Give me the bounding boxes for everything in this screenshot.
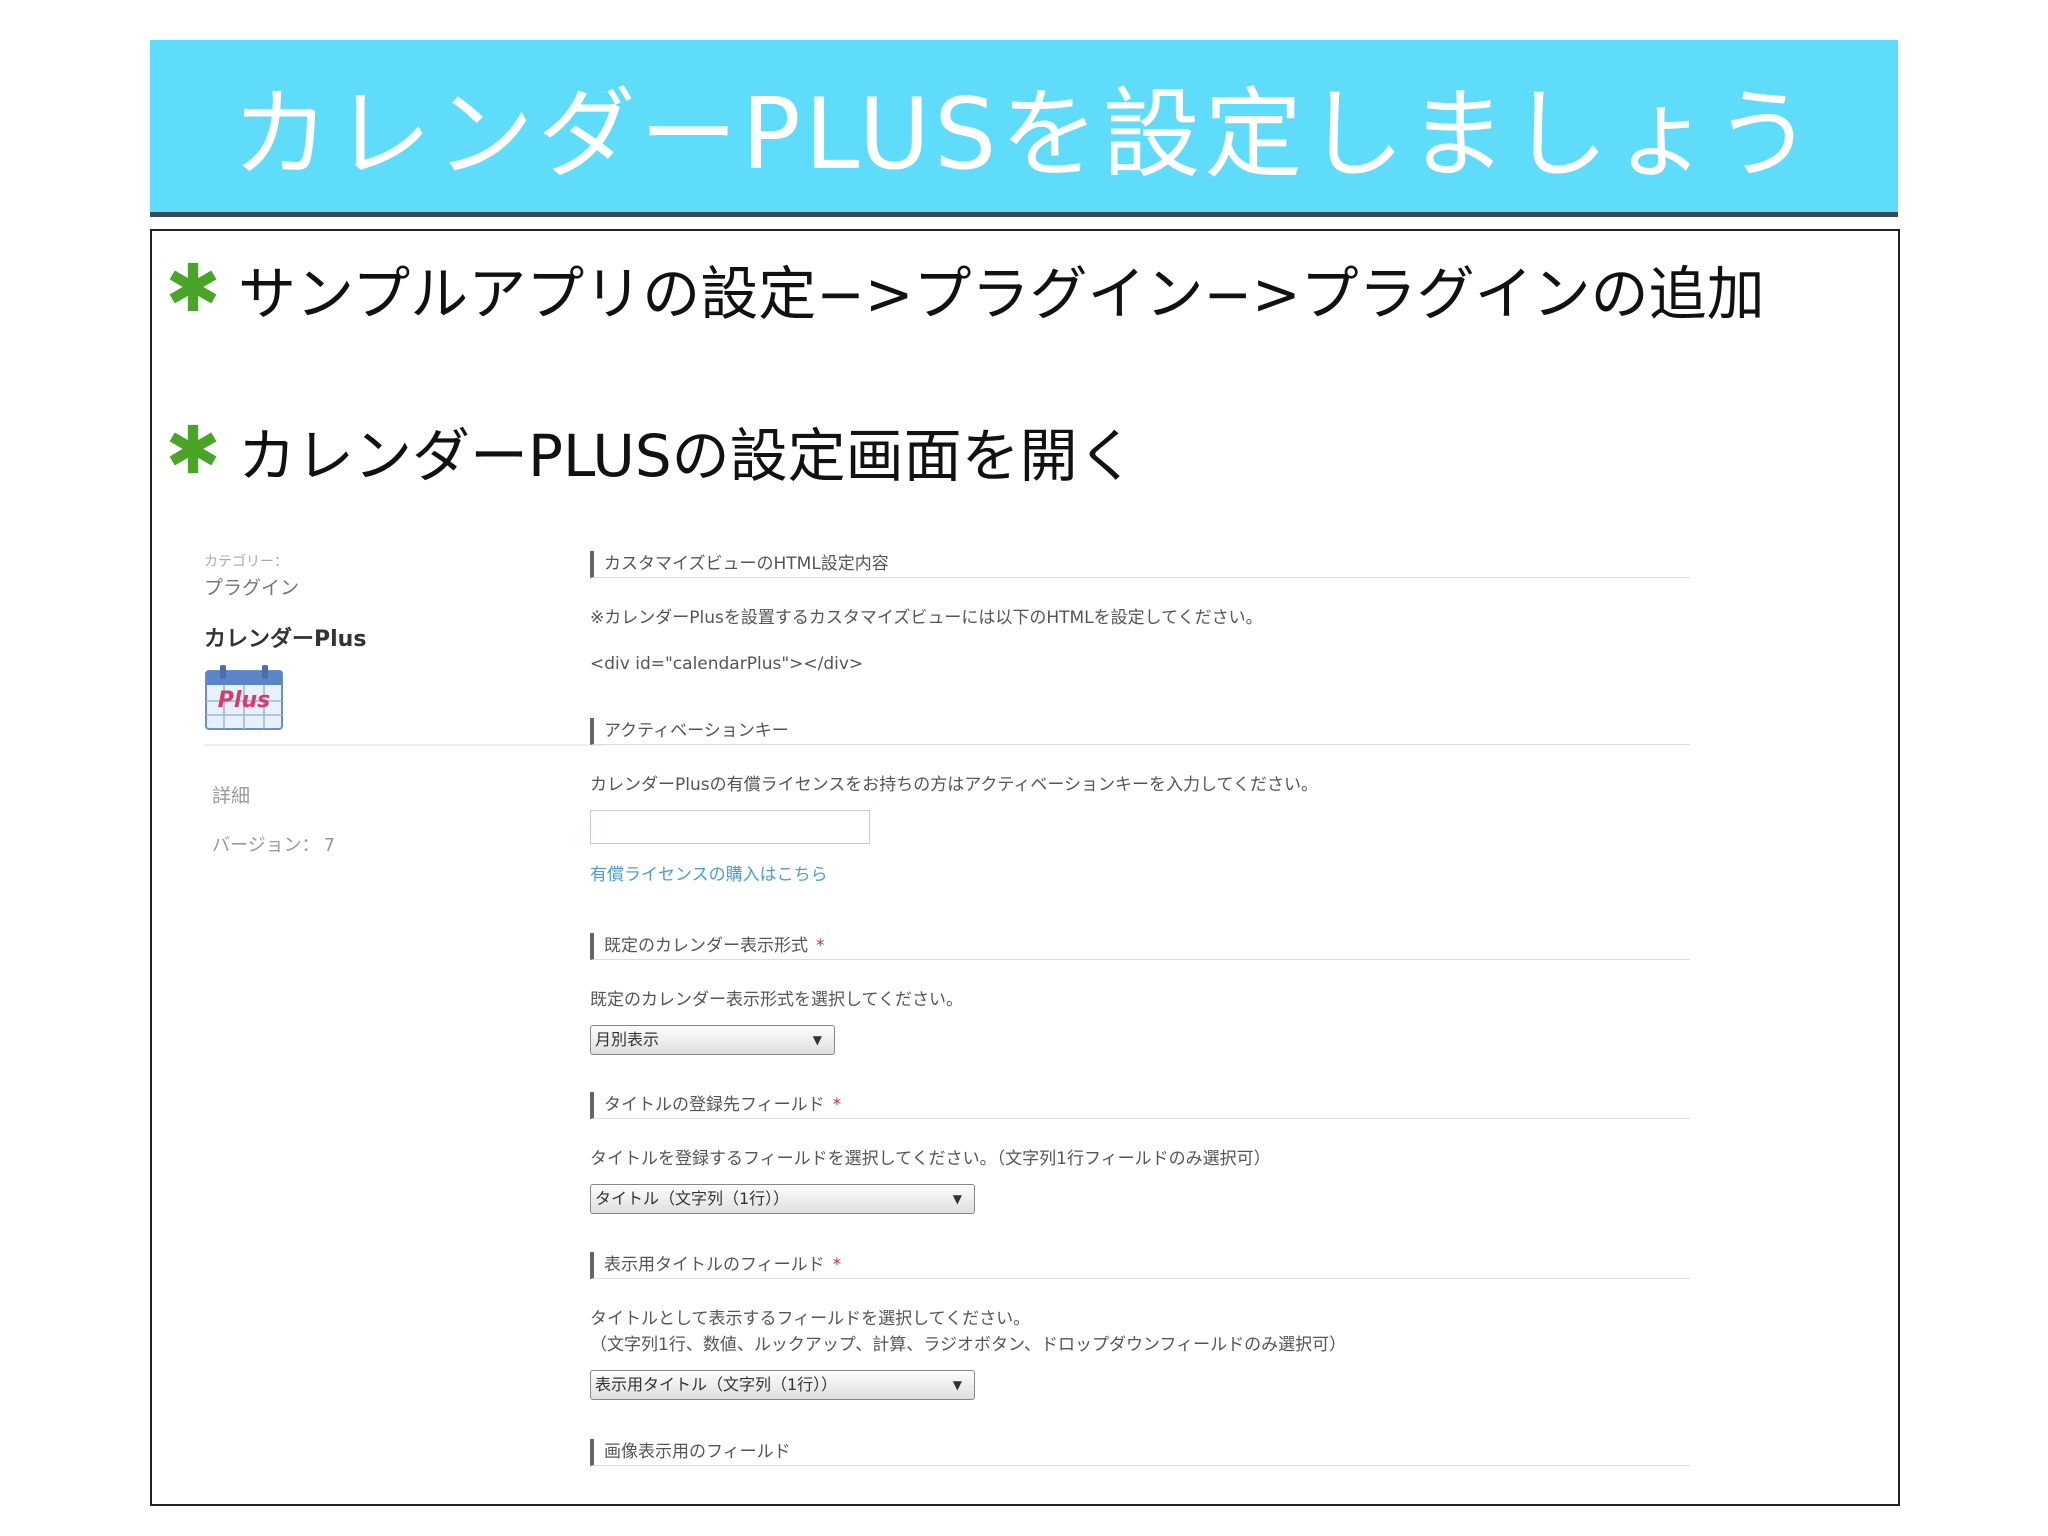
version-value: 7 [323,835,336,856]
plugin-name: カレンダーPlus [204,627,367,652]
category-value: プラグイン [204,577,300,599]
bullet-text: サンプルアプリの設定−>プラグイン−>プラグインの追加 [238,260,1765,328]
plugin-settings-screenshot: カテゴリー： プラグイン カレンダーPlus Plus 詳細 バージョン： 7 … [152,551,1898,1504]
version-label: バージョン： [212,835,320,856]
category-label: カテゴリー： [204,554,288,570]
sidebar-divider [204,744,604,746]
display-title-section: 表示用タイトルのフィールド * タイトルとして表示するフィールドを選択してください… [590,1252,1690,1400]
section-heading: 画像表示用のフィールド [590,1439,1690,1466]
bullet-text: カレンダーPLUSの設定画面を開く [238,422,1136,490]
display-format-select[interactable]: 月別表示 ▼ [590,1025,835,1055]
dropdown-arrow-icon: ▼ [952,1378,962,1392]
slide-content: ✱ サンプルアプリの設定−>プラグイン−>プラグインの追加 ✱ カレンダーPLU… [150,229,1900,1506]
display-title-select[interactable]: 表示用タイトル（文字列（1行）） ▼ [590,1370,975,1400]
section-heading: カスタマイズビューのHTML設定内容 [590,551,1690,578]
display-format-description: 既定のカレンダー表示形式を選択してください。 [590,990,963,1010]
section-heading: 既定のカレンダー表示形式 * [590,933,1690,960]
title-field-description: タイトルを登録するフィールドを選択してください。（文字列1行フィールドのみ選択可… [590,1149,1271,1169]
asterisk-bullet-icon: ✱ [165,412,221,489]
dropdown-arrow-icon: ▼ [952,1192,962,1206]
title-field-select[interactable]: タイトル（文字列（1行）） ▼ [590,1184,975,1214]
slide-title-bar: カレンダーPLUSを設定しましょう [150,40,1898,217]
activation-key-section: アクティベーションキー カレンダーPlusの有償ライセンスをお持ちの方はアクティ… [590,718,1690,885]
html-note: ※カレンダーPlusを設置するカスタマイズビューには以下のHTMLを設定してくだ… [590,608,1263,628]
html-code: <div id="calendarPlus"></div> [590,654,864,674]
slide-title: カレンダーPLUSを設定しましょう [231,78,1817,192]
calendar-plus-icon: Plus [204,663,284,731]
bullet-item: ✱ サンプルアプリの設定−>プラグイン−>プラグインの追加 [158,239,1765,339]
section-heading: タイトルの登録先フィールド * [590,1092,1690,1119]
section-heading: 表示用タイトルのフィールド * [590,1252,1690,1279]
display-format-section: 既定のカレンダー表示形式 * 既定のカレンダー表示形式を選択してください。 月別表… [590,933,1690,1055]
purchase-license-link[interactable]: 有償ライセンスの購入はこちら [590,860,828,885]
asterisk-bullet-icon: ✱ [165,250,221,327]
detail-link[interactable]: 詳細 [212,781,250,808]
dropdown-arrow-icon: ▼ [812,1033,822,1047]
version-info: バージョン： 7 [212,831,339,857]
title-field-section: タイトルの登録先フィールド * タイトルを登録するフィールドを選択してください。（… [590,1092,1690,1214]
icon-plus-text: Plus [218,688,270,713]
activation-key-input[interactable] [590,810,870,844]
display-title-description-note: （文字列1行、数値、ルックアップ、計算、ラジオボタン、ドロップダウンフィールドの… [590,1335,1347,1355]
display-title-description: タイトルとして表示するフィールドを選択してください。 [590,1309,1031,1329]
bullet-item: ✱ カレンダーPLUSの設定画面を開く [158,401,1136,501]
section-heading: アクティベーションキー [590,718,1690,745]
activation-description: カレンダーPlusの有償ライセンスをお持ちの方はアクティベーションキーを入力して… [590,775,1319,795]
html-settings-section: カスタマイズビューのHTML設定内容 ※カレンダーPlusを設置するカスタマイズ… [590,551,1690,674]
image-field-section: 画像表示用のフィールド [590,1439,1690,1466]
